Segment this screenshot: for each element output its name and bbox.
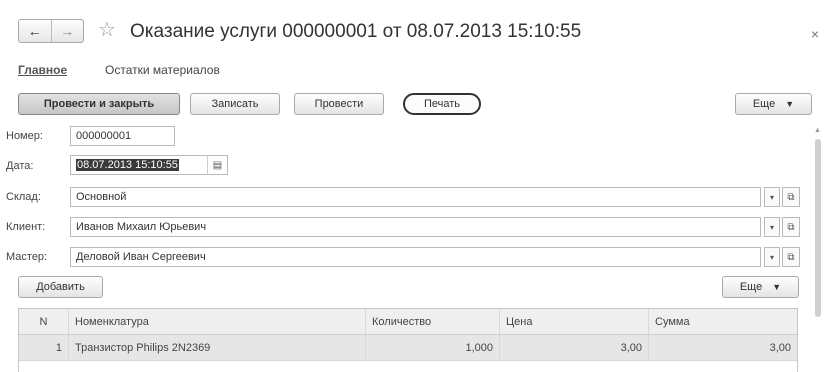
cell-item: Транзистор Philips 2N2369 xyxy=(69,335,366,360)
cell-n: 1 xyxy=(19,335,69,360)
table-more-label: Еще xyxy=(739,281,763,293)
number-field[interactable]: 000000001 xyxy=(70,126,175,146)
more-label: Еще xyxy=(752,98,776,110)
warehouse-dropdown-icon[interactable]: ▾ xyxy=(764,187,780,207)
forward-button[interactable]: → xyxy=(50,20,84,42)
scroll-thumb[interactable] xyxy=(815,139,821,317)
scroll-up-icon[interactable]: ▲ xyxy=(814,127,821,134)
cell-sum: 3,00 xyxy=(769,341,791,354)
warehouse-open-icon[interactable]: ⧉ xyxy=(782,187,800,207)
date-label: Дата: xyxy=(6,160,34,172)
number-label: Номер: xyxy=(6,130,43,142)
client-open-icon[interactable]: ⧉ xyxy=(782,217,800,237)
master-open-icon[interactable]: ⧉ xyxy=(782,247,800,267)
tab-main[interactable]: Главное xyxy=(18,63,67,77)
column-header-item[interactable]: Номенклатура xyxy=(69,309,366,334)
arrow-right-icon: → xyxy=(60,23,75,39)
column-header-quantity[interactable]: Количество xyxy=(366,309,500,334)
materials-table: N Номенклатура Количество Цена Сумма 1 Т… xyxy=(18,308,798,372)
warehouse-label: Склад: xyxy=(6,191,41,203)
column-header-n[interactable]: N xyxy=(19,309,69,334)
date-value: 08.07.2013 15:10:55 xyxy=(76,159,179,171)
table-row[interactable]: 1 Транзистор Philips 2N2369 1,000 3,00 3… xyxy=(19,335,797,361)
favorite-star-icon[interactable]: ☆ xyxy=(98,19,116,41)
save-button[interactable]: Записать xyxy=(190,93,280,115)
post-and-close-button[interactable]: Провести и закрыть xyxy=(18,93,180,115)
client-dropdown-icon[interactable]: ▾ xyxy=(764,217,780,237)
master-dropdown-icon[interactable]: ▾ xyxy=(764,247,780,267)
post-button[interactable]: Провести xyxy=(294,93,384,115)
tab-materials[interactable]: Остатки материалов xyxy=(105,63,220,77)
warehouse-field[interactable]: Основной xyxy=(70,187,761,207)
calendar-icon[interactable]: ▤ xyxy=(207,155,227,175)
date-field[interactable]: 08.07.2013 15:10:55 xyxy=(70,155,228,175)
column-header-sum[interactable]: Сумма xyxy=(649,309,797,334)
table-header: N Номенклатура Количество Цена Сумма xyxy=(19,309,797,335)
more-button[interactable]: Еще ▼ xyxy=(735,93,812,115)
client-label: Клиент: xyxy=(6,221,46,233)
print-button[interactable]: Печать xyxy=(403,93,481,115)
client-field[interactable]: Иванов Михаил Юрьевич xyxy=(70,217,761,237)
chevron-down-icon: ▼ xyxy=(772,282,782,292)
cell-price: 3,00 xyxy=(500,335,649,360)
window-title: Оказание услуги 000000001 от 08.07.2013 … xyxy=(130,21,582,42)
arrow-left-icon: ← xyxy=(27,23,42,39)
vertical-scrollbar[interactable]: ▲ xyxy=(814,127,822,367)
chevron-down-icon: ▼ xyxy=(785,99,795,109)
add-row-button[interactable]: Добавить xyxy=(18,276,103,298)
table-more-button[interactable]: Еще ▼ xyxy=(722,276,799,298)
column-header-price[interactable]: Цена xyxy=(500,309,649,334)
back-button[interactable]: ← xyxy=(19,20,51,42)
close-icon[interactable]: × xyxy=(811,26,819,42)
master-field[interactable]: Деловой Иван Сергеевич xyxy=(70,247,761,267)
master-label: Мастер: xyxy=(6,251,48,263)
nav-buttons: ← → xyxy=(18,19,84,43)
cell-quantity: 1,000 xyxy=(366,335,500,360)
